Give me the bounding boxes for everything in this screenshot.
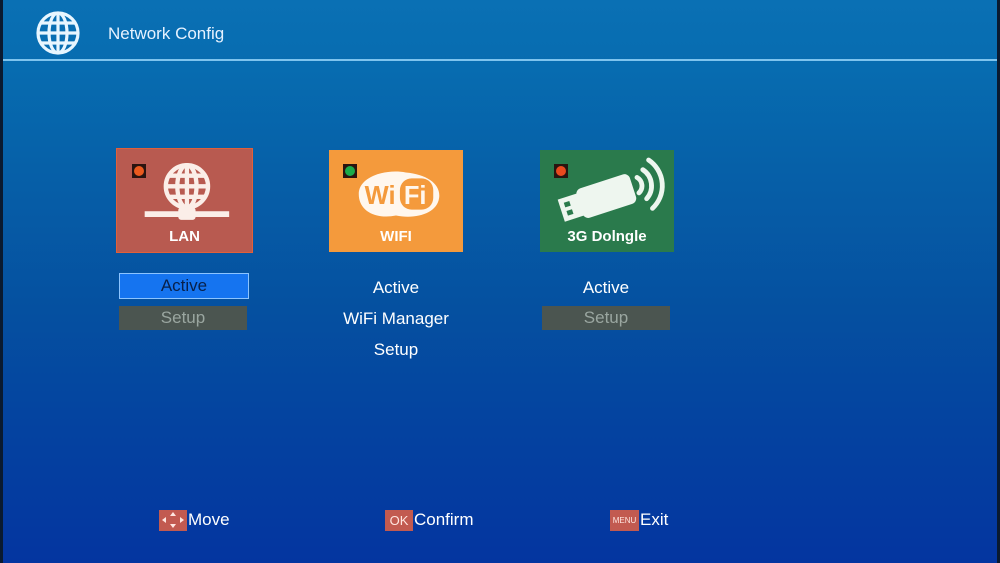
- tile-label: 3G Dolngle: [567, 228, 647, 245]
- 3g-dongle-tile[interactable]: 3G Dolngle: [540, 150, 674, 252]
- footer-label: Exit: [640, 510, 669, 529]
- menu-key: MENU: [610, 509, 639, 531]
- arrows-icon: [159, 509, 187, 531]
- ok-key: OK: [385, 509, 413, 531]
- 3g-setup-option[interactable]: Setup: [542, 306, 670, 330]
- header-divider: [3, 59, 997, 61]
- lan-setup-option[interactable]: Setup: [119, 306, 247, 330]
- tile-label: LAN: [169, 228, 200, 245]
- 3g-active-option[interactable]: Active: [542, 276, 670, 300]
- footer-label: Move: [188, 510, 230, 529]
- globe-icon: [36, 11, 80, 55]
- tile-label: WIFI: [380, 228, 412, 245]
- footer-label: Confirm: [414, 510, 474, 529]
- wifi-setup-option[interactable]: Setup: [332, 338, 460, 362]
- wifi-active-option[interactable]: Active: [332, 276, 460, 300]
- lan-tile[interactable]: LAN: [116, 148, 253, 253]
- footer-confirm: OK Confirm: [385, 509, 474, 531]
- header: Network Config: [3, 0, 997, 61]
- wifi-logo-icon: Wi Fi: [358, 171, 440, 217]
- wifi-manager-option[interactable]: WiFi Manager: [312, 307, 480, 331]
- lan-active-option[interactable]: Active: [119, 273, 249, 299]
- footer-exit: MENU Exit: [610, 509, 668, 531]
- svg-text:Wi: Wi: [365, 182, 396, 210]
- footer-move: Move: [159, 509, 230, 531]
- svg-text:Fi: Fi: [404, 182, 427, 210]
- lan-globe-icon: [144, 163, 230, 220]
- page-title: Network Config: [108, 24, 225, 43]
- network-config-screen: Network Config LAN Wi Fi WIFI 3G Dolngle…: [3, 0, 997, 563]
- usb-dongle-icon: [557, 157, 665, 222]
- wifi-tile[interactable]: Wi Fi WIFI: [329, 150, 463, 252]
